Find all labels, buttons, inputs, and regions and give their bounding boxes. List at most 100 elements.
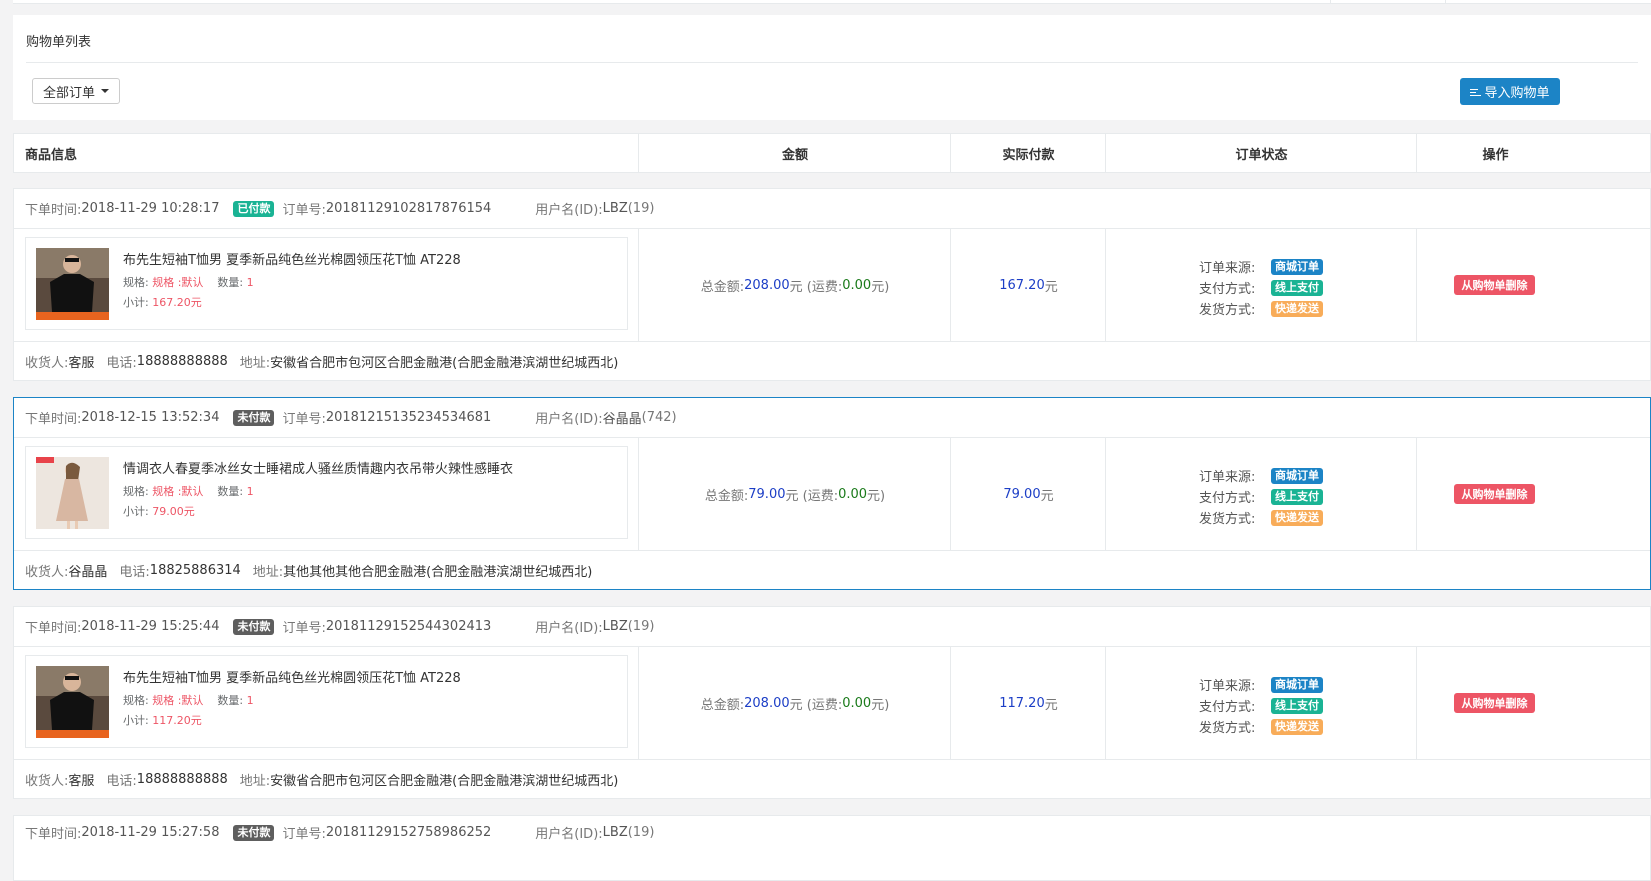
address: 其他其他其他合肥金融港(合肥金融港滨湖世纪城西北): [283, 565, 593, 580]
freight-unit: 元): [867, 488, 886, 504]
receiver-label: 收货人:: [25, 774, 69, 789]
order-card: 下单时间: 2018-12-15 13:52:34 未付款 订单号: 201812151…: [13, 397, 1651, 590]
nightdress-icon[interactable]: [36, 457, 109, 529]
product-subtotal-row: 小计: 79.00元: [123, 503, 195, 519]
status-cell: 订单来源: 商城订单 支付方式: 线上支付 发货方式: 快递发送: [1105, 647, 1417, 759]
tshirt-icon[interactable]: [36, 666, 109, 738]
action-cell: 从购物单删除: [1416, 438, 1651, 550]
qty-value: 1: [246, 276, 254, 289]
top-divider: [1330, 0, 1331, 3]
shipping-label: 发货方式:: [1199, 303, 1256, 318]
total-label: 总金额:: [704, 488, 749, 504]
username: LBZ: [602, 619, 628, 634]
delete-button[interactable]: 从购物单删除: [1454, 484, 1535, 504]
subtotal-label: 小计:: [123, 714, 149, 727]
product-spec-row: 规格: 规格 :默认 数量: 1: [123, 483, 254, 499]
receiver-label: 收货人:: [25, 356, 69, 371]
payment-label: 支付方式:: [1199, 700, 1256, 715]
receiver-name: 客服: [68, 356, 95, 371]
phone-label: 电话:: [119, 565, 150, 580]
order-filter-dropdown[interactable]: 全部订单: [32, 78, 120, 104]
qty-label: 数量:: [217, 276, 244, 289]
delete-button[interactable]: 从购物单删除: [1454, 693, 1535, 713]
order-no: 20181129152544302413: [325, 619, 492, 634]
page-title: 购物单列表: [26, 35, 92, 50]
payment-status-badge: 已付款: [233, 200, 275, 217]
total-label: 总金额:: [700, 697, 745, 713]
qty-value: 1: [246, 694, 254, 707]
product-name[interactable]: 布先生短袖T恤男 夏季新品纯色丝光棉圆领压花T恤 AT228: [123, 667, 461, 686]
payment-status-badge: 未付款: [233, 409, 275, 426]
address: 安徽省合肥市包河区合肥金融港(合肥金融港滨湖世纪城西北): [270, 356, 619, 371]
source-label: 订单来源:: [1199, 261, 1256, 276]
yuan-unit: 元: [789, 697, 803, 713]
receiver-label: 收货人:: [25, 565, 69, 580]
username: LBZ: [602, 201, 628, 216]
phone-label: 电话:: [106, 774, 137, 789]
source-badge: 商城订单: [1271, 467, 1323, 484]
freight-value: 0.00: [842, 695, 872, 711]
order-card: 下单时间: 2018-11-29 10:28:17 已付款 订单号: 201811291…: [13, 188, 1651, 381]
payment-badge: 线上支付: [1271, 279, 1323, 296]
product-spec-row: 规格: 规格 :默认 数量: 1: [123, 692, 254, 708]
product-name[interactable]: 情调衣人春夏季冰丝女士睡裙成人骚丝质情趣内衣吊带火辣性感睡衣: [123, 458, 513, 477]
product-subtotal-row: 小计: 167.20元: [123, 294, 202, 310]
total-value: 208.00: [744, 695, 790, 711]
import-button[interactable]: 导入购物单: [1460, 78, 1560, 105]
address-label: 地址:: [252, 565, 284, 580]
column-header: 订单状态: [1105, 134, 1417, 172]
order-time-label: 下单时间:: [25, 203, 82, 218]
freight-value: 0.00: [838, 486, 868, 502]
import-label: 导入购物单: [1484, 86, 1550, 101]
product-box: 布先生短袖T恤男 夏季新品纯色丝光棉圆领压花T恤 AT228 规格: 规格 :默认…: [25, 237, 628, 330]
order-no-label: 订单号:: [282, 827, 326, 842]
payment-status-badge: 未付款: [233, 824, 275, 841]
spec-label: 规格:: [123, 485, 149, 498]
column-header: 操作: [1416, 134, 1574, 172]
list-panel: 购物单列表 全部订单 导入购物单: [13, 15, 1651, 120]
order-no: 20181215135234534681: [325, 410, 492, 425]
payment-label: 支付方式:: [1199, 491, 1256, 506]
freight-label: (运费:: [806, 697, 843, 713]
delete-button[interactable]: 从购物单删除: [1454, 275, 1535, 295]
column-header: 金额: [638, 134, 951, 172]
freight-value: 0.00: [842, 277, 872, 293]
paid-value: 167.20: [999, 277, 1045, 293]
subtotal-label: 小计:: [123, 505, 149, 518]
phone-number: 18825886314: [149, 563, 241, 578]
phone-number: 18888888888: [136, 772, 228, 787]
panel-divider: [26, 62, 1638, 63]
order-time-label: 下单时间:: [25, 621, 82, 636]
shipping-badge: 快递发送: [1271, 718, 1323, 735]
order-no-label: 订单号:: [282, 203, 326, 218]
action-cell: 从购物单删除: [1416, 229, 1651, 341]
order-no: 20181129102817876154: [325, 201, 492, 216]
user-id: (742): [641, 410, 677, 425]
source-badge: 商城订单: [1271, 258, 1323, 275]
order-time: 2018-11-29 15:25:44: [81, 619, 220, 634]
payment-badge: 线上支付: [1271, 697, 1323, 714]
top-strip: [13, 0, 1651, 4]
product-name[interactable]: 布先生短袖T恤男 夏季新品纯色丝光棉圆领压花T恤 AT228: [123, 249, 461, 268]
receiver-name: 谷晶晶: [68, 565, 108, 580]
subtotal-value: 117.20元: [152, 714, 202, 727]
status-cell: 订单来源: 商城订单 支付方式: 线上支付 发货方式: 快递发送: [1105, 438, 1417, 550]
payment-status-badge: 未付款: [233, 618, 275, 635]
total-value: 79.00: [748, 486, 786, 502]
qty-label: 数量:: [217, 694, 244, 707]
column-header: 商品信息: [25, 147, 78, 163]
tshirt-icon[interactable]: [36, 248, 109, 320]
user-id: (19): [627, 201, 655, 216]
paid-cell: 79.00 元: [950, 438, 1106, 550]
username-label: 用户名(ID):: [535, 621, 603, 636]
address-label: 地址:: [239, 356, 271, 371]
order-time-label: 下单时间:: [25, 412, 82, 427]
payment-label: 支付方式:: [1199, 282, 1256, 297]
payment-badge: 线上支付: [1271, 488, 1323, 505]
table-header: 商品信息 金额 实际付款 订单状态 操作: [13, 133, 1651, 173]
order-no-label: 订单号:: [282, 621, 326, 636]
product-box: 情调衣人春夏季冰丝女士睡裙成人骚丝质情趣内衣吊带火辣性感睡衣 规格: 规格 :默认…: [25, 446, 628, 539]
username-label: 用户名(ID):: [535, 412, 603, 427]
paid-value: 79.00: [1003, 486, 1041, 502]
receiver-name: 客服: [68, 774, 95, 789]
